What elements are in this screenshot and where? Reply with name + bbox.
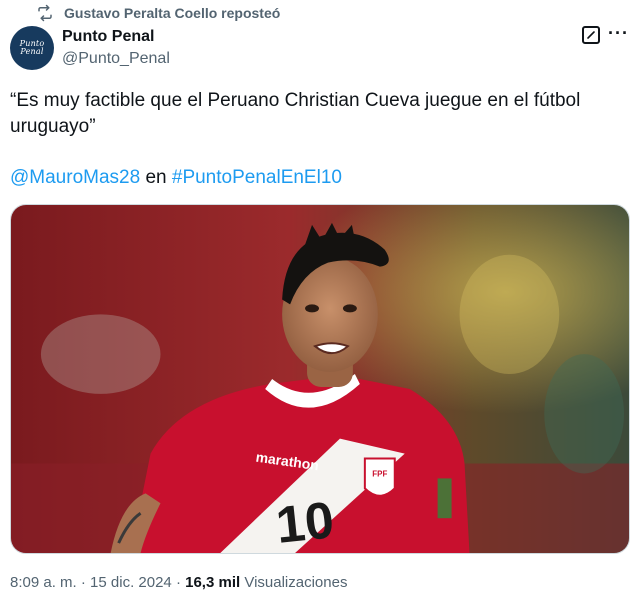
- meta-separator: ·: [175, 574, 181, 591]
- views-count[interactable]: 16,3 mil: [185, 574, 240, 591]
- tweet-text: “Es muy factible que el Peruano Christia…: [10, 90, 581, 137]
- tweet-date[interactable]: 15 dic. 2024: [90, 574, 172, 591]
- tweet-time[interactable]: 8:09 a. m.: [10, 574, 77, 591]
- tweet-connector: en: [145, 167, 167, 188]
- author-name[interactable]: Punto Penal: [62, 28, 154, 46]
- more-button[interactable]: ···: [608, 24, 629, 42]
- repost-icon: [36, 4, 54, 22]
- avatar[interactable]: Punto Penal: [10, 26, 54, 70]
- avatar-text-line2: Penal: [20, 47, 44, 56]
- grok-button[interactable]: [582, 26, 600, 44]
- hashtag-link[interactable]: #PuntoPenalEnEl10: [172, 167, 342, 188]
- grok-icon: [587, 31, 595, 39]
- repost-text[interactable]: Gustavo Peralta Coello reposteó: [64, 5, 280, 21]
- player-photo: FPF marathon 10: [11, 205, 629, 553]
- views-label[interactable]: Visualizaciones: [244, 574, 347, 591]
- author-handle[interactable]: @Punto_Penal: [62, 50, 170, 68]
- jersey-number: 10: [273, 490, 336, 553]
- more-icon: ···: [608, 23, 629, 43]
- repost-header[interactable]: Gustavo Peralta Coello reposteó: [36, 4, 280, 22]
- crest-text: FPF: [372, 469, 387, 478]
- tweet-meta: 8:09 a. m. · 15 dic. 2024 · 16,3 mil Vis…: [10, 574, 347, 591]
- tweet-media-image[interactable]: FPF marathon 10: [10, 204, 630, 554]
- mention-link[interactable]: @MauroMas28: [10, 167, 140, 188]
- tweet-tags: @MauroMas28 en #PuntoPenalEnEl10: [10, 166, 342, 190]
- meta-separator: ·: [80, 574, 86, 591]
